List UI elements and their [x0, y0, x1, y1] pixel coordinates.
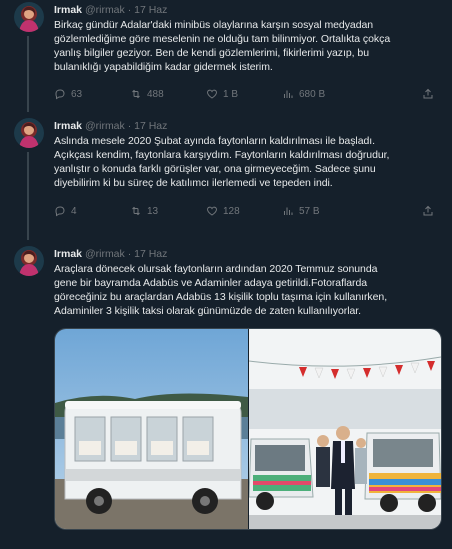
reply-button[interactable]: 63: [54, 88, 130, 100]
avatar-image: [14, 246, 44, 276]
retweet-icon: [132, 89, 140, 99]
reply-count: 4: [71, 205, 77, 217]
share-button[interactable]: [422, 205, 434, 217]
tweet-date[interactable]: 17 Haz: [134, 4, 167, 16]
like-button[interactable]: 128: [206, 205, 282, 217]
views-count: 680 B: [299, 88, 326, 100]
like-icon: [207, 206, 217, 216]
tweet-line: Adaminiler 3 kişilik taksi olarak günümü…: [54, 305, 362, 317]
avatar[interactable]: [14, 118, 44, 148]
share-icon: [423, 88, 433, 99]
tweet-line: gene bir bayramda Adabüs ve Adaminler ad…: [54, 277, 368, 289]
author-name[interactable]: Irmak: [54, 248, 82, 260]
tweet-actions: 4 13 128 57 B: [54, 204, 442, 218]
reply-button[interactable]: 4: [54, 205, 130, 217]
share-icon: [423, 205, 433, 216]
reply-count: 63: [71, 88, 83, 100]
retweet-count: 488: [147, 88, 164, 100]
retweet-count: 13: [147, 205, 159, 217]
author-name[interactable]: Irmak: [54, 120, 82, 132]
share-button[interactable]: [422, 88, 434, 100]
tweet-header: Irmak @rirmak · 17 Haz: [54, 119, 442, 133]
avatar[interactable]: [14, 246, 44, 276]
like-count: 128: [223, 205, 240, 217]
tweet-media[interactable]: [54, 328, 442, 530]
avatar-image: [14, 2, 44, 32]
tweet-line: Birkaç gündür Adalar'daki minibüs olayla…: [54, 19, 374, 31]
tweet-line: bulanıklığı yapabildiğim kadar gidermek …: [54, 61, 273, 73]
tweet-header: Irmak @rirmak · 17 Haz: [54, 247, 442, 261]
retweet-icon: [132, 206, 140, 216]
tweet-actions: 63 488 1 B 680 B: [54, 87, 442, 101]
tweet-line: diyebilirim ki bu süreç de katılımcı ile…: [54, 177, 333, 189]
author-handle[interactable]: @rirmak: [85, 120, 125, 132]
views-icon: [284, 90, 293, 98]
tweet-line: Aslında mesele 2020 Şubat ayında faytonl…: [54, 135, 376, 147]
thread-connector: [27, 152, 29, 240]
views-icon: [284, 207, 293, 215]
like-button[interactable]: 1 B: [206, 88, 282, 100]
tweet-line: Araçlara dönecek olursak faytonların ard…: [54, 263, 378, 275]
tweet-text: Araçlara dönecek olursak faytonların ard…: [54, 262, 442, 318]
tweet-date[interactable]: 17 Haz: [134, 120, 167, 132]
thread-connector: [27, 36, 29, 112]
tweet[interactable]: Irmak @rirmak · 17 Haz Aslında mesele 20…: [0, 114, 452, 240]
separator: ·: [127, 120, 132, 132]
retweet-button[interactable]: 13: [130, 205, 206, 217]
reply-icon: [55, 89, 65, 100]
author-name[interactable]: Irmak: [54, 4, 82, 16]
adaminiler-photo[interactable]: [249, 329, 441, 529]
tweet-line: yanlıştır o konuda farklı görüşler var, …: [54, 163, 376, 175]
tweet-header: Irmak @rirmak · 17 Haz: [54, 3, 442, 17]
separator: ·: [127, 4, 132, 16]
tweet-text: Birkaç gündür Adalar'daki minibüs olayla…: [54, 18, 442, 74]
tweet-line: yanlış bilgiler geziyor. Ben de kendi gö…: [54, 47, 369, 59]
tweet-line: Açıkçası kendim, faytonlara karşıydım. F…: [54, 149, 390, 161]
tweet[interactable]: Irmak @rirmak · 17 Haz Araçlara dönecek …: [0, 240, 452, 530]
adabus-photo[interactable]: [55, 329, 248, 529]
author-handle[interactable]: @rirmak: [85, 4, 125, 16]
tweet[interactable]: Irmak @rirmak · 17 Haz Birkaç gündür Ada…: [0, 0, 452, 114]
views-count: 57 B: [299, 205, 320, 217]
tweet-line: göreceğiniz bu araçlardan Adabüs 13 kişi…: [54, 291, 388, 303]
separator: ·: [127, 248, 132, 260]
tweet-text: Aslında mesele 2020 Şubat ayında faytonl…: [54, 134, 442, 190]
like-count: 1 B: [223, 88, 239, 100]
reply-icon: [55, 206, 65, 217]
retweet-button[interactable]: 488: [130, 88, 206, 100]
avatar[interactable]: [14, 2, 44, 32]
views-button[interactable]: 680 B: [282, 88, 358, 100]
like-icon: [207, 89, 217, 99]
avatar-image: [14, 118, 44, 148]
tweet-date[interactable]: 17 Haz: [134, 248, 167, 260]
views-button[interactable]: 57 B: [282, 205, 358, 217]
tweet-line: gözlemlediğime göre meselenin ne olduğu …: [54, 33, 391, 45]
author-handle[interactable]: @rirmak: [85, 248, 125, 260]
